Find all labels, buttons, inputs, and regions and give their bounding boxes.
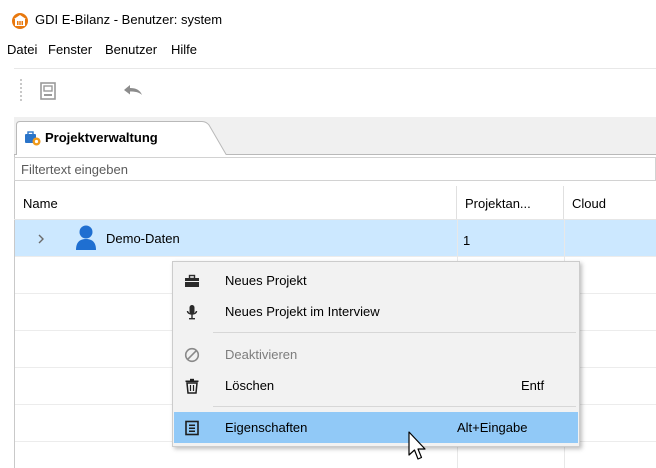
menu-separator: [213, 406, 576, 407]
undo-icon: [124, 85, 142, 95]
microphone-icon: [186, 305, 198, 320]
menu-item-shortcut: Entf: [521, 378, 545, 393]
row-project-count: 1: [463, 233, 471, 248]
filter-input[interactable]: [14, 157, 656, 181]
mouse-cursor-icon: [408, 431, 426, 460]
tab-projektverwaltung[interactable]: Projektverwaltung: [16, 121, 228, 156]
menu-hilfe[interactable]: Hilfe: [171, 42, 197, 57]
row-name: Demo-Daten: [106, 231, 180, 246]
save-button[interactable]: [36, 79, 60, 103]
menu-datei[interactable]: Datei: [7, 42, 37, 57]
chevron-right-icon[interactable]: [36, 233, 46, 245]
undo-button[interactable]: [119, 79, 143, 103]
column-header-projektanzahl[interactable]: Projektan...: [457, 186, 564, 220]
menu-item-label: Eigenschaften: [225, 420, 308, 435]
gdi-logo-icon: [12, 13, 28, 29]
disabled-icon: [184, 347, 200, 363]
menu-item-label: Neues Projekt: [225, 273, 307, 288]
user-icon: [76, 225, 96, 250]
menu-separator: [213, 332, 576, 333]
menu-item-neues-projekt[interactable]: Neues Projekt: [174, 265, 578, 296]
menu-benutzer[interactable]: Benutzer: [105, 42, 157, 57]
window-title: GDI E-Bilanz - Benutzer: system: [35, 12, 223, 27]
menu-item-loeschen[interactable]: Löschen Entf: [174, 370, 578, 401]
column-header-label: Name: [23, 196, 58, 211]
column-header-name[interactable]: Name: [15, 186, 457, 220]
context-menu: Neues Projekt Neues Projekt im Interview…: [172, 261, 580, 447]
title-bar: GDI E-Bilanz - Benutzer: system: [0, 0, 656, 38]
column-header-label: Cloud: [572, 196, 606, 211]
project-management-icon: [25, 130, 41, 146]
save-icon: [40, 82, 56, 100]
toolbar: [14, 68, 656, 112]
menu-item-label: Deaktivieren: [225, 347, 298, 362]
briefcase-icon: [185, 274, 199, 287]
properties-icon: [185, 420, 199, 436]
menu-item-label: Löschen: [225, 378, 275, 393]
menu-item-deaktivieren: Deaktivieren: [174, 339, 578, 370]
column-header-label: Projektan...: [465, 196, 531, 211]
menu-item-eigenschaften[interactable]: Eigenschaften Alt+Eingabe: [174, 412, 578, 443]
menu-fenster[interactable]: Fenster: [48, 42, 92, 57]
trash-icon: [185, 378, 199, 394]
menu-item-shortcut: Alt+Eingabe: [457, 420, 528, 435]
toolbar-grip[interactable]: [20, 79, 22, 101]
menu-item-label: Neues Projekt im Interview: [225, 304, 380, 319]
tab-label: Projektverwaltung: [45, 130, 158, 145]
menu-item-neues-projekt-interview[interactable]: Neues Projekt im Interview: [174, 296, 578, 327]
column-header-cloud[interactable]: Cloud: [564, 186, 656, 220]
menu-bar: Datei Fenster Benutzer Hilfe: [0, 42, 656, 62]
